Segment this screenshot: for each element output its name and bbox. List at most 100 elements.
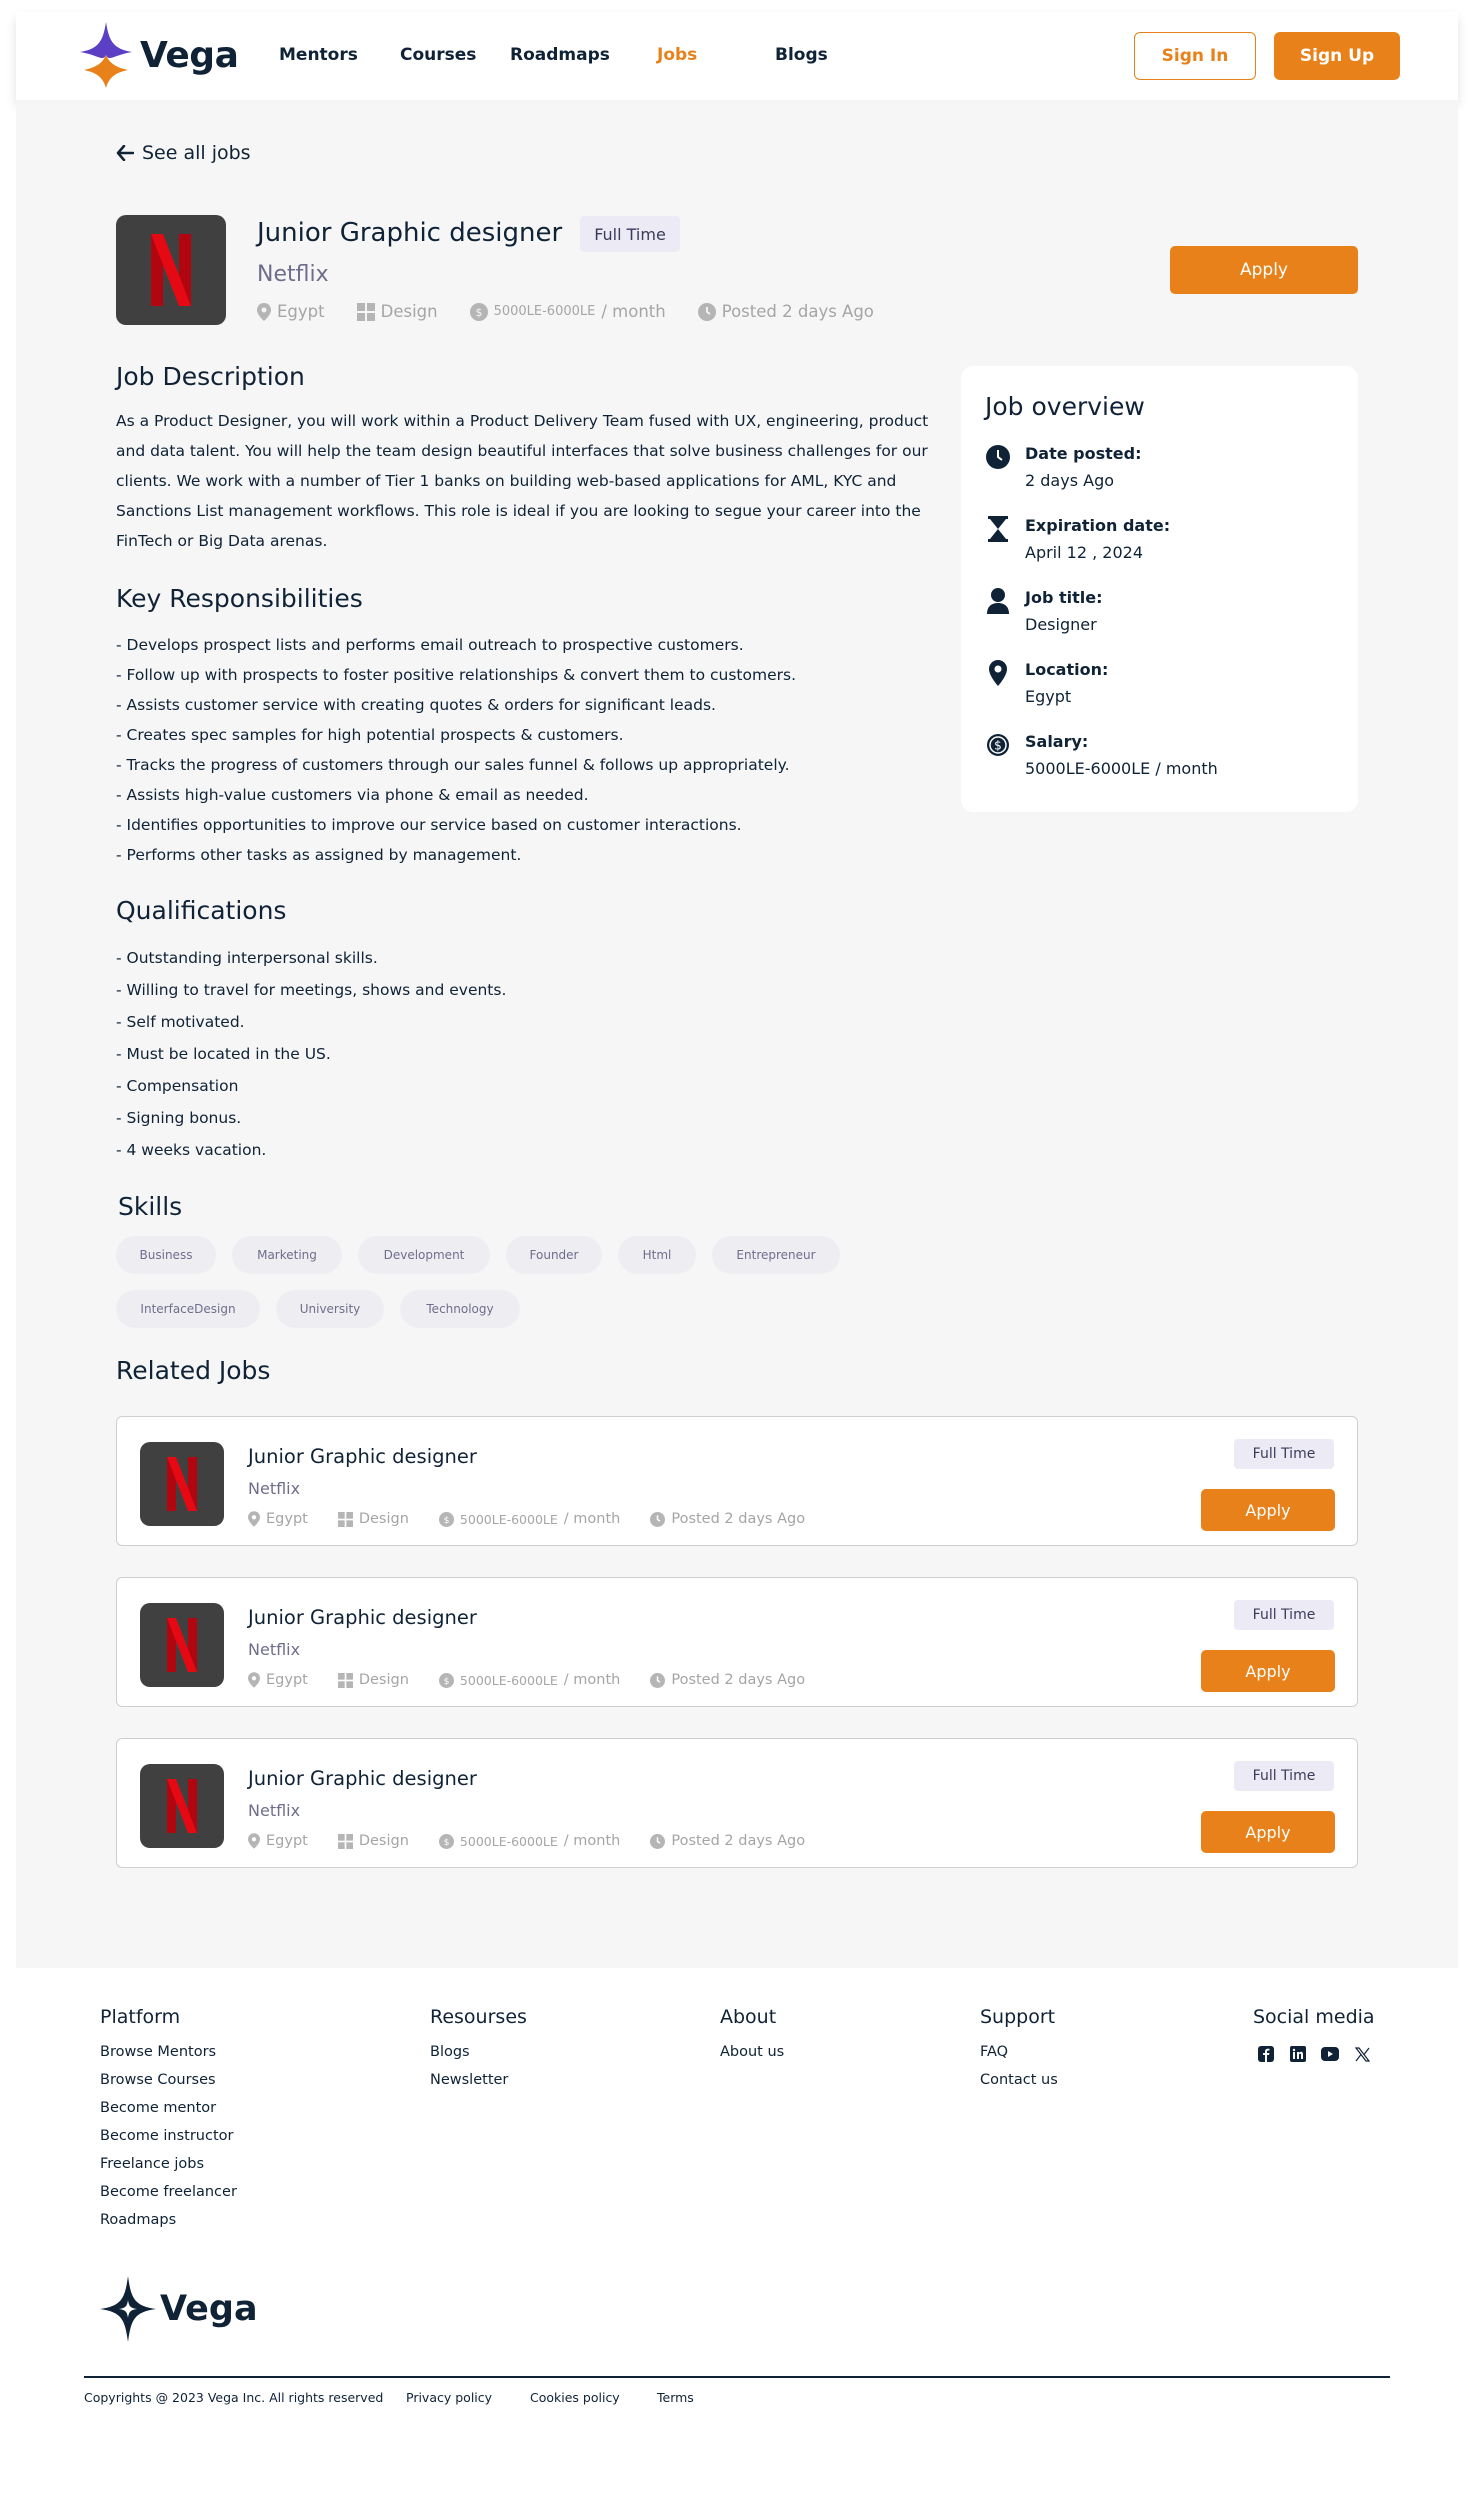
- list-item: - Outstanding interpersonal skills.: [116, 949, 378, 967]
- list-item: - Develops prospect lists and performs e…: [116, 636, 744, 654]
- list-item: - Must be located in the US.: [116, 1045, 331, 1063]
- footer-link[interactable]: Become freelancer: [100, 2184, 237, 2200]
- list-item: - Follow up with prospects to foster pos…: [116, 666, 796, 684]
- x-icon[interactable]: [1352, 2044, 1372, 2064]
- related-job-title[interactable]: Junior Graphic designer: [248, 1767, 477, 1790]
- footer-link[interactable]: Become mentor: [100, 2100, 216, 2116]
- vega-star-icon: [80, 22, 132, 88]
- skill-chip[interactable]: Entrepreneur: [712, 1236, 840, 1274]
- meta-salary: $ 5000LE-6000LE / month: [469, 302, 666, 321]
- job-overview-card: Job overview Date posted: 2 days Ago Expi…: [961, 366, 1358, 812]
- clock-icon: [985, 444, 1011, 470]
- clock-icon: [650, 1511, 666, 1527]
- see-all-jobs-link[interactable]: See all jobs: [116, 142, 251, 164]
- nav-mentors[interactable]: Mentors: [279, 45, 358, 65]
- footer-link[interactable]: Browse Mentors: [100, 2044, 216, 2060]
- netflix-logo-icon: [167, 1457, 197, 1511]
- skills-title: Skills: [118, 1192, 183, 1221]
- footer-link[interactable]: Contact us: [980, 2072, 1058, 2088]
- sign-up-button[interactable]: Sign Up: [1274, 32, 1400, 80]
- footer-support-title: Support: [980, 2006, 1056, 2028]
- terms-link[interactable]: Terms: [657, 2390, 694, 2405]
- footer-link[interactable]: Browse Courses: [100, 2072, 216, 2088]
- sign-in-button[interactable]: Sign In: [1134, 32, 1256, 80]
- clock-icon: [650, 1672, 666, 1688]
- svg-text:$: $: [444, 1675, 450, 1686]
- coin-icon: $: [438, 1672, 454, 1688]
- meta-category: Design: [337, 1511, 409, 1527]
- related-job-title[interactable]: Junior Graphic designer: [248, 1445, 477, 1468]
- list-item: - Assists customer service with creating…: [116, 696, 716, 714]
- footer-link[interactable]: Freelance jobs: [100, 2156, 204, 2172]
- list-item: - Willing to travel for meetings, shows …: [116, 981, 507, 999]
- overview-salary: $ Salary: 5000LE-6000LE / month: [985, 732, 1218, 778]
- overview-date-posted: Date posted: 2 days Ago: [985, 444, 1141, 490]
- skill-chip[interactable]: Founder: [506, 1236, 602, 1274]
- skill-chip[interactable]: Html: [618, 1236, 696, 1274]
- nav-roadmaps[interactable]: Roadmaps: [510, 45, 610, 65]
- clock-icon: [697, 302, 716, 321]
- nav-courses[interactable]: Courses: [400, 45, 476, 65]
- nav-jobs[interactable]: Jobs: [657, 45, 697, 65]
- overview-job-title: Job title: Designer: [985, 588, 1102, 634]
- footer-social-title: Social media: [1253, 2006, 1375, 2028]
- footer-link[interactable]: Blogs: [430, 2044, 470, 2060]
- list-item: - Compensation: [116, 1077, 239, 1095]
- list-item: - Self motivated.: [116, 1013, 245, 1031]
- list-item: - Assists high-value customers via phone…: [116, 786, 589, 804]
- clock-icon: [650, 1833, 666, 1849]
- apply-button[interactable]: Apply: [1201, 1811, 1335, 1853]
- responsibilities-list: - Develops prospect lists and performs e…: [116, 630, 796, 870]
- company-logo: [140, 1764, 224, 1848]
- footer-brand-logo[interactable]: Vega: [100, 2276, 258, 2342]
- related-job-card[interactable]: Junior Graphic designer Netflix Egypt De…: [116, 1738, 1358, 1868]
- apply-button[interactable]: Apply: [1201, 1650, 1335, 1692]
- apply-button[interactable]: Apply: [1201, 1489, 1335, 1531]
- map-pin-icon: [985, 660, 1011, 686]
- related-job-card[interactable]: Junior Graphic designer Netflix Egypt De…: [116, 1577, 1358, 1707]
- skill-chip[interactable]: Marketing: [232, 1236, 342, 1274]
- skill-chip[interactable]: InterfaceDesign: [116, 1290, 260, 1328]
- list-item: - 4 weeks vacation.: [116, 1141, 267, 1159]
- related-job-meta: Egypt Design $5000LE-6000LE / month Post…: [248, 1672, 805, 1688]
- company-name[interactable]: Netflix: [257, 262, 329, 287]
- footer-link[interactable]: FAQ: [980, 2044, 1008, 2060]
- privacy-policy-link[interactable]: Privacy policy: [406, 2390, 492, 2405]
- footer-link[interactable]: Newsletter: [430, 2072, 508, 2088]
- cookies-policy-link[interactable]: Cookies policy: [530, 2390, 620, 2405]
- map-pin-icon: [248, 1833, 260, 1849]
- meta-posted: Posted 2 days Ago: [650, 1672, 805, 1688]
- related-job-meta: Egypt Design $5000LE-6000LE / month Post…: [248, 1833, 805, 1849]
- arrow-left-icon: [116, 145, 134, 161]
- list-item: - Creates spec samples for high potentia…: [116, 726, 624, 744]
- map-pin-icon: [257, 302, 271, 321]
- svg-text:$: $: [444, 1514, 450, 1525]
- footer-about-title: About: [720, 2006, 777, 2028]
- skill-chip[interactable]: Technology: [400, 1290, 520, 1328]
- footer-link[interactable]: Roadmaps: [100, 2212, 176, 2228]
- netflix-logo-icon: [167, 1779, 197, 1833]
- grid-icon: [337, 1511, 353, 1527]
- see-all-jobs-label: See all jobs: [142, 142, 251, 164]
- dollar-icon: $: [985, 732, 1011, 758]
- skill-chip[interactable]: Development: [358, 1236, 490, 1274]
- brand-logo[interactable]: Vega: [76, 22, 239, 88]
- related-jobs-title: Related Jobs: [116, 1356, 271, 1385]
- related-job-card[interactable]: Junior Graphic designer Netflix Egypt De…: [116, 1416, 1358, 1546]
- company-logo: [140, 1603, 224, 1687]
- related-job-title[interactable]: Junior Graphic designer: [248, 1606, 477, 1629]
- skill-chip[interactable]: Business: [116, 1236, 216, 1274]
- apply-button[interactable]: Apply: [1170, 246, 1358, 294]
- skill-chip[interactable]: University: [276, 1290, 384, 1328]
- social-links: [1256, 2044, 1372, 2064]
- youtube-icon[interactable]: [1320, 2044, 1340, 2064]
- linkedin-icon[interactable]: [1288, 2044, 1308, 2064]
- facebook-icon[interactable]: [1256, 2044, 1276, 2064]
- nav-blogs[interactable]: Blogs: [775, 45, 828, 65]
- grid-icon: [337, 1672, 353, 1688]
- meta-posted: Posted 2 days Ago: [650, 1511, 805, 1527]
- footer-link[interactable]: About us: [720, 2044, 784, 2060]
- meta-location: Egypt: [248, 1833, 308, 1849]
- footer-link[interactable]: Become instructor: [100, 2128, 233, 2144]
- coin-icon: $: [438, 1511, 454, 1527]
